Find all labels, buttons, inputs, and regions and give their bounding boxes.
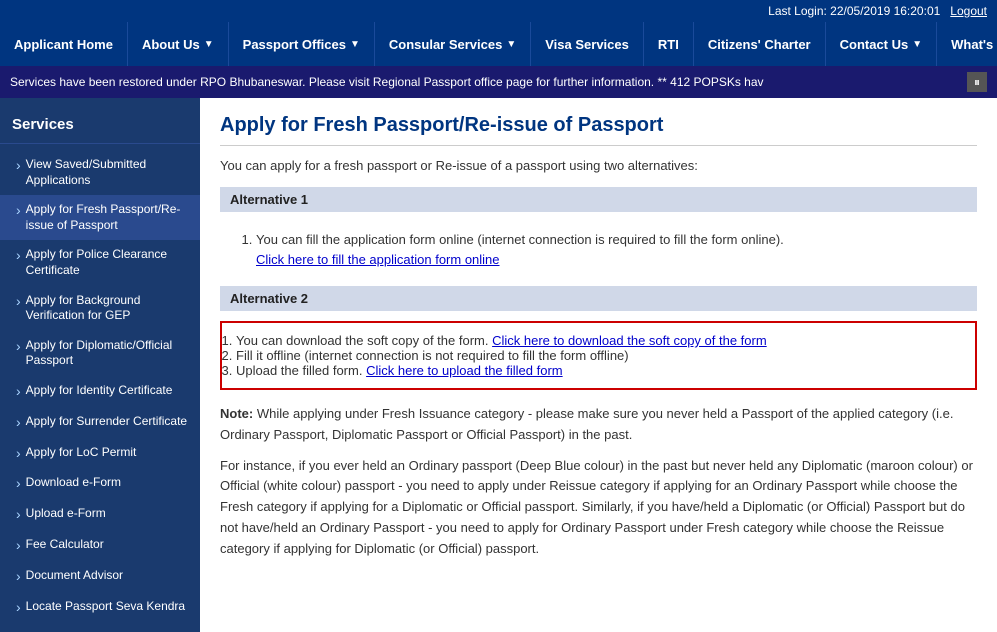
nav-contact-us[interactable]: Contact Us ▼ bbox=[826, 22, 938, 66]
alt2-item2-text: Fill it offline (internet connection is … bbox=[236, 348, 629, 363]
content-area: Apply for Fresh Passport/Re-issue of Pas… bbox=[200, 98, 997, 632]
sidebar-item-upload-eform[interactable]: › Upload e-Form bbox=[0, 499, 200, 530]
alt2-item3-text: Upload the filled form. bbox=[236, 363, 362, 378]
note-para1-text: While applying under Fresh Issuance cate… bbox=[220, 406, 953, 442]
bullet-icon: › bbox=[16, 157, 21, 174]
sidebar-item-fee-calculator[interactable]: › Fee Calculator bbox=[0, 530, 200, 561]
news-ticker: Services have been restored under RPO Bh… bbox=[0, 66, 997, 98]
sidebar: Services › View Saved/Submitted Applicat… bbox=[0, 98, 200, 632]
bullet-icon: › bbox=[16, 599, 21, 616]
intro-text: You can apply for a fresh passport or Re… bbox=[220, 158, 977, 173]
note-section: Note: While applying under Fresh Issuanc… bbox=[220, 404, 977, 560]
nav-consular-services[interactable]: Consular Services ▼ bbox=[375, 22, 531, 66]
chevron-down-icon: ▼ bbox=[350, 39, 360, 50]
sidebar-item-background-verification[interactable]: › Apply for Background Verification for … bbox=[0, 286, 200, 331]
bullet-icon: › bbox=[16, 568, 21, 585]
alt2-item1-text: You can download the soft copy of the fo… bbox=[236, 333, 488, 348]
alt2-item-2: Fill it offline (internet connection is … bbox=[236, 348, 961, 363]
bullet-icon: › bbox=[16, 445, 21, 462]
bullet-icon: › bbox=[16, 537, 21, 554]
nav-passport-offices[interactable]: Passport Offices ▼ bbox=[229, 22, 375, 66]
sidebar-item-fresh-passport[interactable]: › Apply for Fresh Passport/Re-issue of P… bbox=[0, 195, 200, 240]
bullet-icon: › bbox=[16, 202, 21, 219]
bullet-icon: › bbox=[16, 475, 21, 492]
bullet-icon: › bbox=[16, 247, 21, 264]
logout-link[interactable]: Logout bbox=[950, 4, 987, 18]
sidebar-title: Services bbox=[0, 108, 200, 144]
bullet-icon: › bbox=[16, 506, 21, 523]
note-label: Note: bbox=[220, 406, 253, 421]
alt1-fill-online-link[interactable]: Click here to fill the application form … bbox=[256, 252, 500, 267]
top-bar: Last Login: 22/05/2019 16:20:01 Logout bbox=[0, 0, 997, 22]
nav-citizens-charter[interactable]: Citizens' Charter bbox=[694, 22, 826, 66]
alt1-content: You can fill the application form online… bbox=[220, 222, 977, 286]
main-layout: Services › View Saved/Submitted Applicat… bbox=[0, 98, 997, 632]
nav-applicant-home[interactable]: Applicant Home bbox=[0, 22, 128, 66]
nav-whats-new[interactable]: What's New bbox=[937, 22, 997, 66]
alt2-upload-link[interactable]: Click here to upload the filled form bbox=[366, 363, 563, 378]
chevron-down-icon: ▼ bbox=[912, 39, 922, 50]
alt1-header: Alternative 1 bbox=[220, 187, 977, 212]
sidebar-item-identity-certificate[interactable]: › Apply for Identity Certificate bbox=[0, 376, 200, 407]
alt2-download-link[interactable]: Click here to download the soft copy of … bbox=[492, 333, 767, 348]
ticker-text: Services have been restored under RPO Bh… bbox=[10, 75, 959, 89]
alt2-item-3: Upload the filled form. Click here to up… bbox=[236, 363, 961, 378]
nav-visa-services[interactable]: Visa Services bbox=[531, 22, 644, 66]
chevron-down-icon: ▼ bbox=[204, 39, 214, 50]
alt2-header: Alternative 2 bbox=[220, 286, 977, 311]
sidebar-item-police-clearance[interactable]: › Apply for Police Clearance Certificate bbox=[0, 240, 200, 285]
main-nav: Applicant Home About Us ▼ Passport Offic… bbox=[0, 22, 997, 66]
chevron-down-icon: ▼ bbox=[506, 39, 516, 50]
bullet-icon: › bbox=[16, 338, 21, 355]
sidebar-item-surrender-certificate[interactable]: › Apply for Surrender Certificate bbox=[0, 407, 200, 438]
bullet-icon: › bbox=[16, 414, 21, 431]
bullet-icon: › bbox=[16, 383, 21, 400]
last-login: Last Login: 22/05/2019 16:20:01 bbox=[768, 4, 940, 18]
note-para2: For instance, if you ever held an Ordina… bbox=[220, 456, 977, 560]
sidebar-item-document-advisor[interactable]: › Document Advisor bbox=[0, 561, 200, 592]
nav-about-us[interactable]: About Us ▼ bbox=[128, 22, 229, 66]
ticker-pause-button[interactable]: ⏸ bbox=[967, 72, 987, 92]
sidebar-item-diplomatic-passport[interactable]: › Apply for Diplomatic/Official Passport bbox=[0, 331, 200, 376]
note-para1: Note: While applying under Fresh Issuanc… bbox=[220, 404, 977, 446]
nav-rti[interactable]: RTI bbox=[644, 22, 694, 66]
sidebar-item-saved-applications[interactable]: › View Saved/Submitted Applications bbox=[0, 150, 200, 195]
alt1-item-1: You can fill the application form online… bbox=[256, 230, 961, 269]
bullet-icon: › bbox=[16, 293, 21, 310]
sidebar-item-locate-psk[interactable]: › Locate Passport Seva Kendra bbox=[0, 592, 200, 623]
sidebar-item-download-eform[interactable]: › Download e-Form bbox=[0, 468, 200, 499]
alt2-box: You can download the soft copy of the fo… bbox=[220, 321, 977, 390]
page-title: Apply for Fresh Passport/Re-issue of Pas… bbox=[220, 114, 977, 146]
alt2-item-1: You can download the soft copy of the fo… bbox=[236, 333, 961, 348]
alt1-item1-text: You can fill the application form online… bbox=[256, 232, 784, 247]
sidebar-item-loc-permit[interactable]: › Apply for LoC Permit bbox=[0, 438, 200, 469]
